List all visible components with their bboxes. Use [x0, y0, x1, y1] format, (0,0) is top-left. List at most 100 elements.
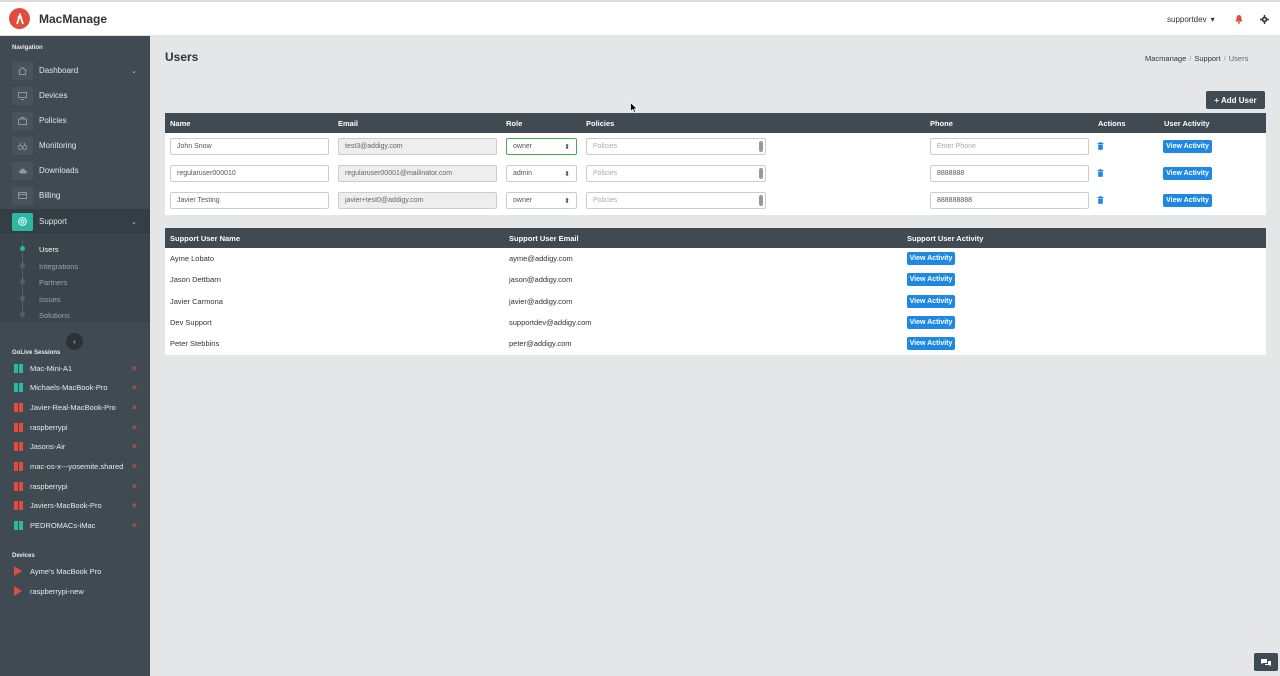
scrollbar[interactable] [759, 168, 763, 179]
policies-input[interactable]: Policies [586, 138, 766, 155]
user-row: Javier Testing javier+test0@addigy.com own… [165, 187, 1266, 214]
support-user-email: peter@addigy.com [509, 339, 572, 349]
view-activity-button[interactable]: View Activity [1163, 194, 1212, 207]
sidebar-item-label: Monitoring [39, 141, 77, 150]
role-value: owner [513, 197, 533, 204]
close-session-icon[interactable]: × [132, 364, 137, 373]
user-row: John Snow test3@addigy.com owner ⬍ Policies E… [165, 133, 1266, 160]
device-item[interactable]: raspberrypi-new [0, 582, 150, 600]
golive-session-item[interactable]: raspberrypi × [0, 418, 150, 436]
golive-session-item[interactable]: Michaels-MacBook-Pro × [0, 379, 150, 397]
breadcrumb: Macmanage / Support / Users [1145, 54, 1248, 63]
home-icon [12, 61, 33, 80]
sidebar-item-billing[interactable]: Billing [0, 183, 150, 208]
policies-input[interactable]: Policies [586, 165, 766, 182]
session-label: Michaels-MacBook-Pro [30, 383, 108, 393]
sidebar-item-policies[interactable]: Policies [0, 108, 150, 133]
collapse-sidebar-button[interactable]: ‹ [66, 333, 83, 350]
session-status-icon [14, 402, 23, 412]
user-menu[interactable]: supportdev ▾ [1167, 15, 1215, 24]
close-session-icon[interactable]: × [132, 403, 137, 412]
submenu-dot-icon [20, 279, 25, 284]
sidebar-item-label: Billing [39, 191, 61, 200]
trash-icon[interactable] [1097, 195, 1104, 204]
close-session-icon[interactable]: × [132, 482, 137, 491]
sidebar-item-downloads[interactable]: Downloads [0, 158, 150, 183]
golive-session-item[interactable]: Mac-Mini-A1 × [0, 359, 150, 377]
view-activity-button[interactable]: View Activity [907, 294, 955, 308]
view-activity-button[interactable]: View Activity [1163, 140, 1212, 153]
role-select[interactable]: admin ⬍ [506, 165, 577, 182]
view-activity-button[interactable]: View Activity [907, 315, 955, 329]
submenu-item-issues[interactable]: Issues [39, 295, 61, 304]
golive-session-item[interactable]: Javier-Real-MacBook-Pro × [0, 398, 150, 416]
device-item[interactable]: Ayme's MacBook Pro [0, 562, 150, 580]
support-user-name: Dev Support [170, 317, 212, 327]
policies-placeholder: Policies [593, 143, 618, 150]
close-session-icon[interactable]: × [132, 501, 137, 510]
phone-input[interactable]: Enter Phone [930, 138, 1089, 155]
close-session-icon[interactable]: × [132, 383, 137, 392]
column-header-actions: Actions [1098, 119, 1126, 128]
submenu-item-partners[interactable]: Partners [39, 278, 67, 287]
support-user-row: Dev Support supportdev@addigy.com View Act… [165, 312, 1266, 333]
session-label: PEDROMACs-iMac [30, 521, 96, 531]
email-field: regularuser00001@mailinator.com [338, 165, 497, 182]
role-select[interactable]: owner ⬍ [506, 192, 577, 209]
role-value: admin [513, 170, 533, 177]
name-input[interactable]: regularuser000010 [170, 165, 329, 182]
submenu-dot-icon [20, 263, 25, 268]
sidebar-item-monitoring[interactable]: Monitoring [0, 133, 150, 158]
role-value: owner [513, 143, 533, 150]
macmanage-logo-icon[interactable] [9, 8, 30, 29]
session-label: raspberrypi [30, 481, 68, 491]
support-users-table: Support User Name Support User Email Sup… [165, 228, 1266, 355]
submenu-item-solutions[interactable]: Solutions [39, 311, 70, 320]
add-user-button[interactable]: + Add User [1206, 91, 1265, 109]
column-header-user-activity: User Activity [1164, 119, 1210, 128]
name-input[interactable]: Javier Testing [170, 192, 329, 209]
golive-session-item[interactable]: mac-os-x---yosemite.shared × [0, 458, 150, 476]
golive-session-item[interactable]: raspberrypi × [0, 477, 150, 495]
golive-session-item[interactable]: Jasons-Air × [0, 438, 150, 456]
golive-session-item[interactable]: PEDROMACs-iMac × [0, 517, 150, 535]
close-session-icon[interactable]: × [132, 442, 137, 451]
phone-input[interactable]: 888888888 [930, 192, 1089, 209]
scrollbar[interactable] [759, 195, 763, 206]
notification-bell-icon[interactable] [1234, 13, 1244, 25]
breadcrumb-separator: / [1223, 54, 1226, 63]
trash-icon[interactable] [1097, 141, 1104, 150]
trash-icon[interactable] [1097, 168, 1104, 177]
name-input[interactable]: John Snow [170, 138, 329, 155]
phone-input[interactable]: 8888888 [930, 165, 1089, 182]
session-status-icon [14, 442, 23, 452]
sidebar-item-support[interactable]: Support ⌄ [0, 209, 150, 234]
sidebar-item-devices[interactable]: Devices [0, 83, 150, 108]
policies-input[interactable]: Policies [586, 192, 766, 209]
breadcrumb-support[interactable]: Support [1194, 54, 1220, 63]
view-activity-button[interactable]: View Activity [1163, 167, 1212, 180]
scrollbar[interactable] [759, 141, 763, 152]
close-session-icon[interactable]: × [132, 521, 137, 530]
role-select[interactable]: owner ⬍ [506, 138, 577, 155]
chevron-down-icon: ⌄ [131, 218, 137, 226]
submenu-item-users[interactable]: Users [39, 245, 59, 254]
support-user-email: javier@addigy.com [509, 296, 573, 306]
support-user-name: Javier Carmona [170, 296, 223, 306]
settings-gear-icon[interactable] [1259, 13, 1269, 25]
breadcrumb-macmanage[interactable]: Macmanage [1145, 54, 1186, 63]
play-icon [14, 566, 22, 576]
chat-icon[interactable] [1254, 653, 1278, 671]
view-activity-button[interactable]: View Activity [907, 337, 955, 351]
view-activity-button[interactable]: View Activity [907, 252, 955, 265]
golive-session-item[interactable]: Javiers-MacBook-Pro × [0, 497, 150, 515]
close-session-icon[interactable]: × [132, 462, 137, 471]
golive-sessions-heading: GoLive Sessions [12, 350, 61, 356]
view-activity-button[interactable]: View Activity [907, 273, 955, 287]
breadcrumb-users: Users [1228, 54, 1249, 63]
devices-heading: Devices [12, 553, 35, 559]
close-session-icon[interactable]: × [132, 423, 137, 432]
sidebar-item-dashboard[interactable]: Dashboard ⌄ [0, 58, 150, 83]
policies-placeholder: Policies [593, 170, 618, 177]
submenu-item-integrations[interactable]: Integrations [39, 262, 78, 271]
